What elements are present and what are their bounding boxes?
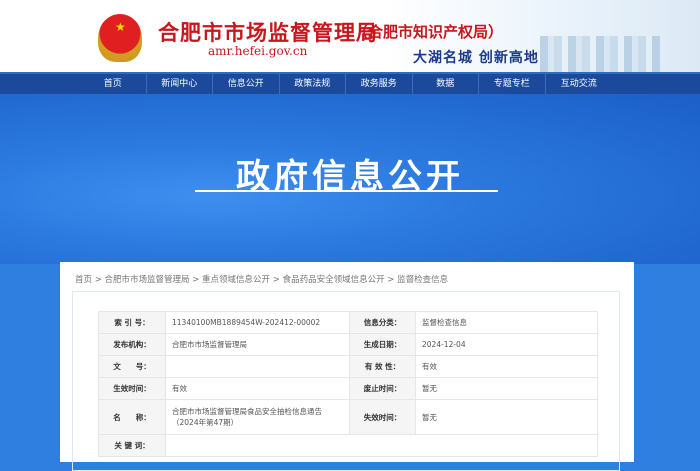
table-row: 发布机构： 合肥市市场监督管理局 生成日期： 2024-12-04 — [98, 333, 598, 356]
main-nav: 首页 新闻中心 信息公开 政策法规 政务服务 数据 专题专栏 互动交流 — [0, 72, 700, 94]
field-value: 合肥市市场监督管理局食品安全抽检信息通告（2024年第47期） — [165, 399, 350, 435]
site-title[interactable]: 合肥市市场监督管理局 — [158, 17, 378, 47]
city-skyline-image — [540, 36, 660, 72]
field-value: 有效 — [165, 377, 350, 400]
field-value: 合肥市市场监督管理局 — [165, 333, 350, 356]
keyword-label: 关 键 词： — [98, 434, 166, 457]
nav-policy[interactable]: 政策法规 — [280, 74, 346, 94]
field-label: 索 引 号： — [98, 311, 166, 334]
nav-data[interactable]: 数据 — [413, 74, 479, 94]
keyword-value — [165, 434, 598, 457]
site-subtitle: （合肥市知识产权局） — [353, 23, 504, 41]
field-value — [165, 355, 350, 378]
field-label: 发布机构： — [98, 333, 166, 356]
breadcrumb[interactable]: 首页 > 合肥市市场监督管理局 > 重点领域信息公开 > 食品药品安全领域信息公… — [75, 273, 448, 285]
site-domain: amr.hefei.gov.cn — [208, 44, 308, 58]
field-label: 生效时间： — [98, 377, 166, 400]
info-box: 索 引 号： 11340100MB1889454W-202412-00002 信息分… — [72, 291, 620, 471]
field-value: 11340100MB1889454W-202412-00002 — [165, 311, 350, 334]
field-label: 失效时间： — [349, 399, 416, 435]
field-value: 暂无 — [415, 377, 598, 400]
national-emblem-icon: ★ — [98, 14, 142, 62]
table-row: 生效时间： 有效 废止时间： 暂无 — [98, 377, 598, 400]
banner: 政府信息公开 — [0, 94, 700, 264]
content-panel: 首页 > 合肥市市场监督管理局 > 重点领域信息公开 > 食品药品安全领域信息公… — [60, 262, 634, 471]
site-header: ★ 合肥市市场监督管理局 （合肥市知识产权局） amr.hefei.gov.cn… — [0, 0, 700, 72]
info-table: 索 引 号： 11340100MB1889454W-202412-00002 信息分… — [98, 311, 598, 457]
field-value: 有效 — [415, 355, 598, 378]
nav-news[interactable]: 新闻中心 — [147, 74, 213, 94]
field-value: 暂无 — [415, 399, 598, 435]
field-label: 废止时间： — [349, 377, 416, 400]
nav-home[interactable]: 首页 — [80, 74, 147, 94]
slogan: 大湖名城 创新高地 — [413, 50, 539, 66]
table-row: 名 称： 合肥市市场监督管理局食品安全抽检信息通告（2024年第47期） 失效时间：… — [98, 399, 598, 435]
nav-interaction[interactable]: 互动交流 — [546, 74, 613, 94]
nav-topics[interactable]: 专题专栏 — [479, 74, 546, 94]
nav-info-disclosure[interactable]: 信息公开 — [213, 74, 280, 94]
field-label: 文 号： — [98, 355, 166, 378]
field-value: 2024-12-04 — [415, 333, 598, 356]
field-label: 生成日期： — [349, 333, 416, 356]
table-row: 文 号： 有 效 性： 有效 — [98, 355, 598, 378]
table-row: 索 引 号： 11340100MB1889454W-202412-00002 信息分… — [98, 311, 598, 334]
field-label: 信息分类： — [349, 311, 416, 334]
field-value: 监督检查信息 — [415, 311, 598, 334]
field-label: 名 称： — [98, 399, 166, 435]
nav-services[interactable]: 政务服务 — [346, 74, 413, 94]
table-row: 关 键 词： — [98, 434, 598, 457]
banner-underline — [195, 190, 498, 192]
field-label: 有 效 性： — [349, 355, 416, 378]
